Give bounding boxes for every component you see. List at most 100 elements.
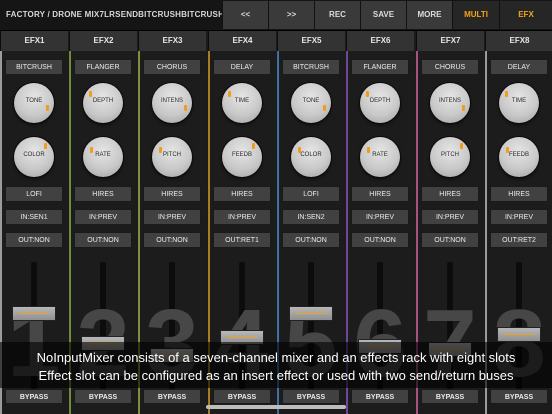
caption-line-1: NoInputMixer consists of a seven-channel… — [36, 350, 516, 365]
knob-1[interactable]: DEPTH — [360, 83, 400, 123]
quality-mode-button[interactable]: HIRES — [490, 186, 548, 202]
slot-name[interactable]: EFX7 — [416, 31, 484, 51]
bypass-button[interactable]: BYPASS — [351, 389, 409, 404]
fader-handle[interactable] — [289, 306, 333, 321]
knob-1[interactable]: TONE — [14, 83, 54, 123]
slot-name[interactable]: EFX8 — [485, 31, 552, 51]
input-routing-button[interactable]: IN:PREV — [351, 209, 409, 225]
knob-1-label: DEPTH — [92, 98, 114, 104]
output-routing-button[interactable]: OUT:RET1 — [213, 232, 271, 248]
quality-mode-button[interactable]: HIRES — [213, 186, 271, 202]
top-bar: FACTORY / DRONE MIX7LRSENDBITCRUSHBITCRU… — [0, 0, 552, 31]
output-routing-button[interactable]: OUT:NON — [351, 232, 409, 248]
output-routing-button[interactable]: OUT:NON — [74, 232, 132, 248]
slot-name[interactable]: EFX3 — [138, 31, 206, 51]
next-preset-button[interactable]: >> — [268, 1, 314, 29]
bypass-button[interactable]: BYPASS — [282, 389, 340, 404]
knob-2-indicator — [159, 147, 162, 153]
knob-1-label: TIME — [511, 98, 527, 104]
input-routing-button[interactable]: IN:PREV — [143, 209, 201, 225]
output-routing-button[interactable]: OUT:NON — [143, 232, 201, 248]
knob-1-indicator — [505, 91, 508, 97]
knob-2[interactable]: RATE — [83, 137, 123, 177]
knob-2-label: RATE — [372, 152, 388, 158]
bypass-button[interactable]: BYPASS — [213, 389, 271, 404]
output-routing-button[interactable]: OUT:NON — [421, 232, 479, 248]
fader-handle[interactable] — [497, 327, 541, 342]
multi-button[interactable]: MULTI — [452, 1, 499, 29]
effect-type-button[interactable]: CHORUS — [143, 59, 201, 75]
knob-2[interactable]: RATE — [360, 137, 400, 177]
efx-button[interactable]: EFX — [499, 1, 552, 29]
knob-1-label: INTENS — [160, 98, 183, 104]
bypass-button[interactable]: BYPASS — [5, 389, 63, 404]
knob-1-label: TIME — [234, 98, 250, 104]
bypass-button[interactable]: BYPASS — [421, 389, 479, 404]
knob-2-indicator — [298, 147, 301, 153]
input-routing-button[interactable]: IN:PREV — [421, 209, 479, 225]
knob-1[interactable]: TONE — [291, 83, 331, 123]
knob-1[interactable]: TIME — [499, 83, 539, 123]
input-routing-button[interactable]: IN:PREV — [74, 209, 132, 225]
effect-type-button[interactable]: BITCRUSH — [282, 59, 340, 75]
slot-name[interactable]: EFX2 — [69, 31, 137, 51]
input-routing-button[interactable]: IN:SEN1 — [5, 209, 63, 225]
knob-2-label: FEEDB — [508, 152, 529, 158]
input-routing-button[interactable]: IN:PREV — [490, 209, 548, 225]
knob-2[interactable]: COLOR — [14, 137, 54, 177]
output-routing-button[interactable]: OUT:NON — [282, 232, 340, 248]
knob-1[interactable]: TIME — [222, 83, 262, 123]
quality-mode-button[interactable]: LOFI — [5, 186, 63, 202]
bypass-button[interactable]: BYPASS — [143, 389, 201, 404]
quality-mode-button[interactable]: HIRES — [74, 186, 132, 202]
effect-type-button[interactable]: FLANGER — [351, 59, 409, 75]
quality-mode-button[interactable]: LOFI — [282, 186, 340, 202]
slot-name[interactable]: EFX6 — [346, 31, 414, 51]
slot-name[interactable]: EFX4 — [208, 31, 276, 51]
effect-type-button[interactable]: DELAY — [490, 59, 548, 75]
quality-mode-button[interactable]: HIRES — [351, 186, 409, 202]
knob-2-indicator — [367, 147, 370, 153]
knob-1-indicator — [228, 91, 231, 97]
knob-1[interactable]: DEPTH — [83, 83, 123, 123]
output-routing-button[interactable]: OUT:NON — [5, 232, 63, 248]
bypass-button[interactable]: BYPASS — [74, 389, 132, 404]
home-indicator — [206, 405, 346, 409]
knob-2[interactable]: PITCH — [152, 137, 192, 177]
quality-mode-button[interactable]: HIRES — [421, 186, 479, 202]
knob-1[interactable]: INTENS — [430, 83, 470, 123]
bypass-button[interactable]: BYPASS — [490, 389, 548, 404]
knob-2-indicator — [252, 143, 255, 149]
knob-1-indicator — [184, 105, 187, 111]
knob-2[interactable]: COLOR — [291, 137, 331, 177]
effect-type-button[interactable]: CHORUS — [421, 59, 479, 75]
preset-name[interactable]: FACTORY / DRONE MIX7LRSENDBITCRUSHBITCRU… — [6, 0, 224, 30]
fader-handle[interactable] — [12, 306, 56, 321]
knob-1-indicator — [366, 91, 369, 97]
effect-type-button[interactable]: DELAY — [213, 59, 271, 75]
input-routing-button[interactable]: IN:PREV — [213, 209, 271, 225]
save-button[interactable]: SAVE — [360, 1, 406, 29]
knob-2-label: RATE — [95, 152, 111, 158]
output-routing-button[interactable]: OUT:RET2 — [490, 232, 548, 248]
effect-type-button[interactable]: BITCRUSH — [5, 59, 63, 75]
knob-1-indicator — [89, 91, 92, 97]
slot-name[interactable]: EFX5 — [277, 31, 345, 51]
knob-1-indicator — [323, 105, 326, 111]
knob-1-label: TONE — [25, 98, 43, 104]
slot-name[interactable]: EFX1 — [0, 31, 68, 51]
knob-1[interactable]: INTENS — [152, 83, 192, 123]
prev-preset-button[interactable]: << — [222, 1, 268, 29]
rec-button[interactable]: REC — [314, 1, 360, 29]
effect-type-button[interactable]: FLANGER — [74, 59, 132, 75]
knob-2[interactable]: FEEDB — [499, 137, 539, 177]
knob-2-label: COLOR — [300, 152, 322, 158]
knob-2-label: COLOR — [23, 152, 45, 158]
quality-mode-button[interactable]: HIRES — [143, 186, 201, 202]
knob-2-indicator — [460, 143, 463, 149]
knob-1-indicator — [46, 105, 49, 111]
knob-2[interactable]: FEEDB — [222, 137, 262, 177]
knob-2[interactable]: PITCH — [430, 137, 470, 177]
more-button[interactable]: MORE — [406, 1, 452, 29]
input-routing-button[interactable]: IN:SEN2 — [282, 209, 340, 225]
